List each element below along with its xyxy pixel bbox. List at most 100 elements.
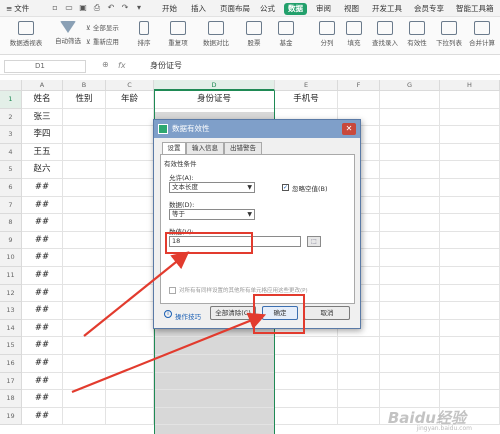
grid-cell[interactable]: [154, 407, 275, 426]
grid-cell[interactable]: [63, 355, 106, 373]
grid-cell[interactable]: [440, 355, 500, 373]
grid-cell[interactable]: [106, 143, 154, 162]
grid-cell[interactable]: ##: [22, 302, 63, 320]
grid-cell[interactable]: [440, 108, 500, 127]
grid-cell[interactable]: [106, 249, 154, 267]
row-header[interactable]: 16: [0, 355, 22, 373]
data-compare-button[interactable]: 数据对比: [198, 21, 234, 47]
split-column-button[interactable]: 分列: [314, 21, 340, 47]
grid-cell[interactable]: [106, 390, 154, 408]
grid-cell[interactable]: [106, 196, 154, 215]
row-header[interactable]: 8: [0, 214, 22, 232]
show-all-button[interactable]: ⊻ 全部显示: [86, 22, 119, 32]
column-header-c[interactable]: C: [106, 80, 154, 91]
clear-all-button[interactable]: 全部清除(C): [210, 306, 256, 320]
grid-cell[interactable]: ##: [22, 319, 63, 338]
grid-cell[interactable]: [275, 337, 338, 355]
grid-cell[interactable]: [154, 355, 275, 373]
tab-developer[interactable]: 开发工具: [368, 3, 406, 15]
grid-cell[interactable]: [106, 231, 154, 250]
grid-cell[interactable]: [440, 267, 500, 285]
lookup-entry-button[interactable]: 查找录入: [368, 21, 402, 47]
grid-cell[interactable]: [106, 319, 154, 338]
header-cell[interactable]: [440, 91, 500, 109]
grid-cell[interactable]: [338, 337, 380, 355]
grid-cell[interactable]: [63, 284, 106, 303]
column-header-g[interactable]: G: [380, 80, 440, 91]
row-header[interactable]: 17: [0, 372, 22, 391]
range-select-icon[interactable]: ⬚: [307, 236, 321, 247]
grid-cell[interactable]: [440, 390, 500, 408]
grid-cell[interactable]: ##: [22, 355, 63, 373]
row-header[interactable]: 19: [0, 407, 22, 426]
grid-cell[interactable]: [440, 161, 500, 179]
grid-cell[interactable]: [275, 355, 338, 373]
data-select[interactable]: 等于 ▼: [169, 209, 255, 220]
tips-link[interactable]: 操作技巧: [175, 311, 201, 321]
header-cell[interactable]: [380, 91, 440, 109]
row-header[interactable]: 2: [0, 108, 22, 127]
save-icon[interactable]: ▣: [78, 3, 88, 13]
grid-cell[interactable]: [63, 390, 106, 408]
grid-cell[interactable]: [63, 108, 106, 127]
grid-cell[interactable]: [380, 143, 440, 162]
row-header[interactable]: 6: [0, 179, 22, 197]
grid-cell[interactable]: [440, 196, 500, 215]
row-header[interactable]: 7: [0, 196, 22, 215]
sort-button[interactable]: 排序: [132, 21, 156, 47]
grid-cell[interactable]: [63, 231, 106, 250]
new-icon[interactable]: ▫: [50, 3, 60, 13]
grid-cell[interactable]: [380, 108, 440, 127]
column-header-h[interactable]: H: [440, 80, 500, 91]
grid-cell[interactable]: [275, 390, 338, 408]
grid-cell[interactable]: [106, 355, 154, 373]
tab-review[interactable]: 审阅: [312, 3, 335, 15]
grid-cell[interactable]: [440, 319, 500, 338]
grid-cell[interactable]: ##: [22, 196, 63, 215]
grid-cell[interactable]: [106, 302, 154, 320]
grid-cell[interactable]: [106, 267, 154, 285]
header-cell[interactable]: [338, 91, 380, 109]
grid-cell[interactable]: ##: [22, 284, 63, 303]
tab-error-alert[interactable]: 出错警告: [224, 142, 262, 154]
grid-cell[interactable]: [154, 337, 275, 355]
grid-cell[interactable]: [380, 179, 440, 197]
grid-cell[interactable]: ##: [22, 337, 63, 355]
zoom-icon[interactable]: ⊕: [102, 60, 109, 69]
grid-cell[interactable]: [63, 143, 106, 162]
grid-cell[interactable]: [106, 284, 154, 303]
formula-content[interactable]: 身份证号: [150, 60, 182, 72]
grid-cell[interactable]: [63, 161, 106, 179]
grid-cell[interactable]: ##: [22, 231, 63, 250]
allow-select[interactable]: 文本长度 ▼: [169, 182, 255, 193]
row-header[interactable]: 4: [0, 143, 22, 162]
grid-cell[interactable]: [380, 196, 440, 215]
grid-cell[interactable]: [106, 108, 154, 127]
grid-cell[interactable]: ##: [22, 249, 63, 267]
row-header[interactable]: 13: [0, 302, 22, 320]
file-menu[interactable]: ≡ 文件: [6, 3, 29, 14]
tab-page-layout[interactable]: 页面布局: [216, 3, 254, 15]
header-cell[interactable]: 年龄: [106, 91, 154, 109]
value-input[interactable]: 18: [169, 236, 301, 247]
ignore-blank-checkbox[interactable]: ✓: [282, 184, 289, 191]
grid-cell[interactable]: [154, 372, 275, 391]
column-header-d[interactable]: D: [154, 80, 275, 91]
grid-cell[interactable]: [63, 179, 106, 197]
dropdown-list-button[interactable]: 下拉列表: [434, 21, 464, 47]
row-header[interactable]: 1: [0, 91, 22, 109]
grid-cell[interactable]: ##: [22, 179, 63, 197]
header-cell[interactable]: 身份证号: [154, 91, 275, 109]
grid-cell[interactable]: [380, 302, 440, 320]
grid-cell[interactable]: ##: [22, 267, 63, 285]
grid-cell[interactable]: [106, 214, 154, 232]
name-box[interactable]: D1: [4, 60, 86, 73]
grid-cell[interactable]: [338, 390, 380, 408]
tab-member[interactable]: 会员专享: [410, 3, 448, 15]
row-header[interactable]: 11: [0, 267, 22, 285]
grid-cell[interactable]: [440, 179, 500, 197]
grid-cell[interactable]: [63, 302, 106, 320]
stock-button[interactable]: 股票: [240, 21, 268, 47]
column-header-e[interactable]: E: [275, 80, 338, 91]
grid-cell[interactable]: [440, 143, 500, 162]
